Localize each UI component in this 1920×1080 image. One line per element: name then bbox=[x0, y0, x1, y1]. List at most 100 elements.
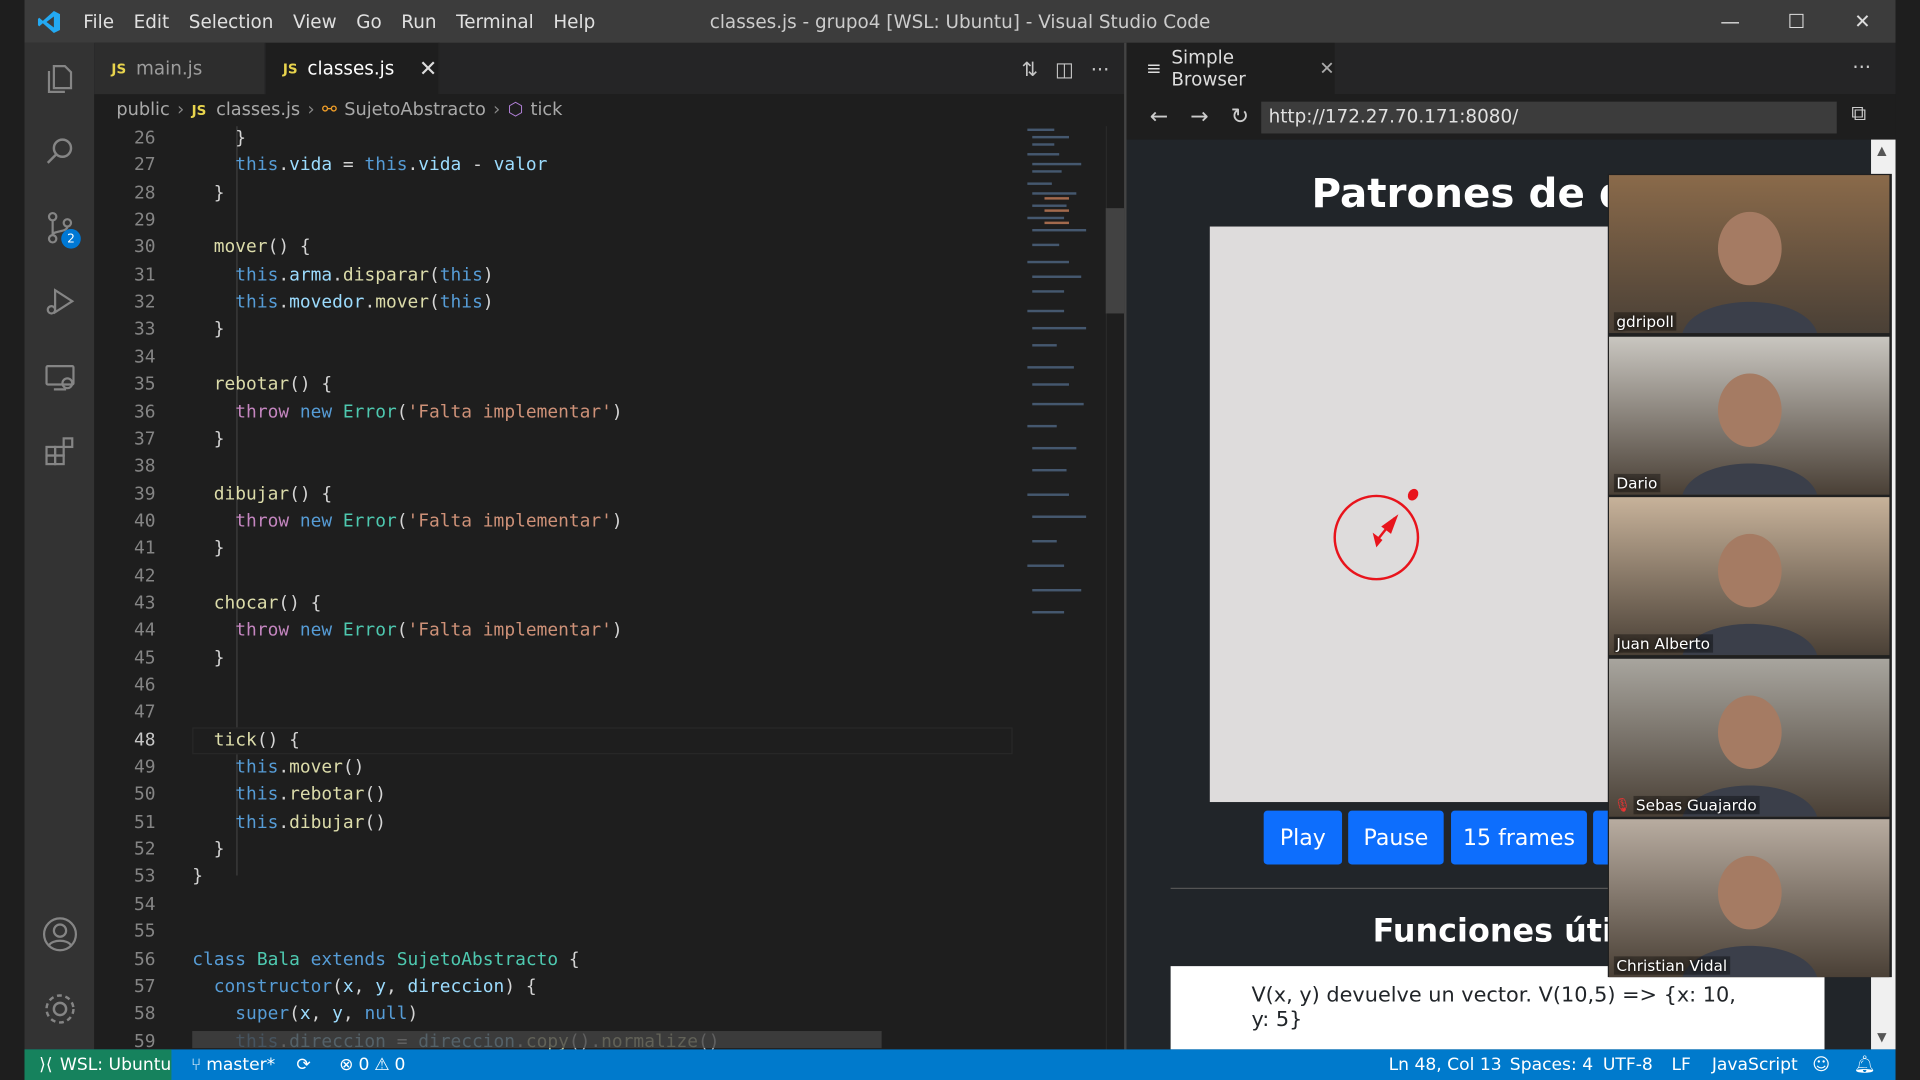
branch-label: master* bbox=[206, 1054, 276, 1075]
remote-indicator[interactable]: ⟩⟨ WSL: Ubuntu bbox=[24, 1049, 172, 1080]
compare-changes-icon[interactable]: ⇅ bbox=[1021, 58, 1037, 81]
line-number: 55 bbox=[133, 920, 156, 942]
problems-indicator[interactable]: ⊗ 0 ⚠ 0 bbox=[339, 1049, 405, 1080]
feedback-icon[interactable]: ☺ bbox=[1812, 1049, 1830, 1080]
line-text: this.dibujar() bbox=[235, 811, 386, 833]
participant-video[interactable]: Dario bbox=[1608, 336, 1890, 495]
indentation[interactable]: Spaces: 4 bbox=[1510, 1049, 1593, 1080]
code-line: 33 } bbox=[94, 316, 1020, 343]
tab-simple-browser[interactable]: ≡ Simple Browser ✕ bbox=[1126, 42, 1335, 95]
code-line: 39 dibujar() { bbox=[94, 481, 1020, 508]
sync-icon[interactable]: ⟳ bbox=[296, 1049, 310, 1080]
close-tab-icon[interactable]: ✕ bbox=[1319, 58, 1334, 80]
more-actions-icon[interactable]: ··· bbox=[1091, 58, 1110, 81]
line-number: 56 bbox=[133, 948, 156, 970]
code-line: 49 this.mover() bbox=[94, 754, 1020, 781]
breadcrumb-method[interactable]: tick bbox=[530, 100, 562, 120]
code-line: 48 tick() { bbox=[94, 726, 1020, 754]
code-line: 45 } bbox=[94, 645, 1020, 672]
line-number: 45 bbox=[133, 647, 156, 669]
remote-explorer-icon[interactable] bbox=[24, 347, 94, 408]
line-text: chocar() { bbox=[213, 592, 322, 614]
explorer-icon[interactable] bbox=[24, 48, 94, 109]
participant-name: Juan Alberto bbox=[1613, 634, 1713, 653]
url-input[interactable]: http://172.27.70.171:8080/ bbox=[1261, 101, 1837, 134]
back-arrow-icon[interactable]: ← bbox=[1139, 104, 1179, 130]
participant-video[interactable]: Juan Alberto bbox=[1608, 497, 1890, 656]
tab-main-js[interactable]: JS main.js bbox=[94, 42, 266, 95]
participant-video[interactable]: Christian Vidal bbox=[1608, 819, 1890, 978]
menu-go[interactable]: Go bbox=[346, 10, 391, 32]
muted-mic-icon: 🎙︎ bbox=[1613, 796, 1631, 813]
menu-file[interactable]: File bbox=[73, 10, 123, 32]
code-line: 29 bbox=[94, 207, 1020, 234]
menu-bar: File Edit Selection View Go Run Terminal Help bbox=[73, 10, 605, 32]
notifications-bell-icon[interactable]: 🔔︎ bbox=[1854, 1049, 1876, 1080]
menu-help[interactable]: Help bbox=[544, 10, 605, 32]
editor-actions: ⇅ ◫ ··· bbox=[1021, 58, 1109, 81]
code-line: 32 this.movedor.mover(this) bbox=[94, 289, 1020, 316]
code-editor[interactable]: 26 } 27 this.vida = this.vida - valor 28 }… bbox=[94, 126, 1021, 1050]
language-mode[interactable]: JavaScript bbox=[1712, 1049, 1798, 1080]
tab-classes-js[interactable]: JS classes.js ✕ bbox=[265, 42, 440, 95]
minimap[interactable] bbox=[1020, 126, 1106, 1050]
pause-button[interactable]: Pause bbox=[1348, 810, 1444, 865]
cursor-position[interactable]: Ln 48, Col 13 bbox=[1389, 1049, 1502, 1080]
branch-indicator[interactable]: ⑂ master* bbox=[191, 1049, 275, 1080]
line-number: 27 bbox=[133, 154, 156, 176]
more-actions-icon[interactable]: ··· bbox=[1852, 55, 1871, 78]
source-control-icon[interactable]: 2 bbox=[24, 197, 94, 258]
play-button[interactable]: Play bbox=[1263, 810, 1343, 865]
horizontal-scroll-thumb[interactable] bbox=[192, 1031, 882, 1049]
menu-terminal[interactable]: Terminal bbox=[446, 10, 543, 32]
line-text: } bbox=[192, 838, 225, 860]
line-ending[interactable]: LF bbox=[1671, 1049, 1690, 1080]
open-external-icon[interactable]: ⧉ bbox=[1851, 102, 1866, 126]
line-text: this.arma.disparar(this) bbox=[235, 264, 494, 286]
menu-selection[interactable]: Selection bbox=[179, 10, 283, 32]
game-canvas[interactable] bbox=[1209, 226, 1614, 803]
breadcrumb-folder[interactable]: public bbox=[116, 100, 169, 120]
warning-count: 0 bbox=[394, 1054, 406, 1075]
code-line: 52 } bbox=[94, 836, 1020, 863]
line-text: this.vida = this.vida - valor bbox=[235, 154, 548, 176]
encoding[interactable]: UTF-8 bbox=[1603, 1049, 1653, 1080]
code-line: 56 class Bala extends SujetoAbstracto { bbox=[94, 946, 1020, 973]
menu-run[interactable]: Run bbox=[392, 10, 447, 32]
left-edge bbox=[0, 0, 25, 1080]
menu-edit[interactable]: Edit bbox=[124, 10, 179, 32]
participant-video[interactable]: 🎙︎ Sebas Guajardo bbox=[1608, 658, 1890, 817]
breadcrumb-file[interactable]: classes.js bbox=[216, 100, 300, 120]
remote-icon: ⟩⟨ bbox=[39, 1054, 53, 1075]
menu-view[interactable]: View bbox=[283, 10, 346, 32]
line-text: dibujar() { bbox=[213, 483, 333, 504]
breadcrumb-class[interactable]: SujetoAbstracto bbox=[344, 100, 486, 120]
minimize-icon[interactable]: — bbox=[1697, 0, 1763, 43]
split-editor-icon[interactable]: ◫ bbox=[1055, 58, 1074, 81]
extensions-icon[interactable] bbox=[24, 420, 94, 481]
scroll-up-icon[interactable]: ▲ bbox=[1877, 144, 1886, 157]
line-number: 52 bbox=[133, 838, 156, 860]
run-debug-icon[interactable] bbox=[24, 271, 94, 332]
forward-arrow-icon[interactable]: → bbox=[1179, 104, 1219, 130]
reload-icon[interactable]: ↻ bbox=[1220, 104, 1260, 130]
scroll-down-icon[interactable]: ▼ bbox=[1877, 1031, 1886, 1044]
fifteen-frames-button[interactable]: 15 frames bbox=[1451, 810, 1587, 865]
js-file-icon: JS bbox=[191, 102, 207, 119]
line-number: 35 bbox=[133, 373, 156, 395]
close-tab-icon[interactable]: ✕ bbox=[419, 56, 437, 82]
participant-video[interactable]: gdripoll bbox=[1608, 175, 1890, 334]
line-number: 57 bbox=[133, 975, 156, 997]
account-icon[interactable] bbox=[24, 904, 94, 965]
browser-tab-bar: ≡ Simple Browser ✕ ··· bbox=[1126, 42, 1896, 95]
maximize-icon[interactable]: ☐ bbox=[1763, 0, 1829, 43]
close-window-icon[interactable]: ✕ bbox=[1829, 0, 1895, 43]
editor-scroll-thumb[interactable] bbox=[1105, 208, 1125, 314]
settings-gear-icon[interactable] bbox=[24, 978, 94, 1039]
tab-label: main.js bbox=[135, 57, 203, 80]
title-bar: classes.js - grupo4 [WSL: Ubuntu] - Visu… bbox=[24, 0, 1896, 43]
line-number: 54 bbox=[133, 893, 156, 915]
line-text: } bbox=[192, 428, 225, 450]
code-line: 43 chocar() { bbox=[94, 590, 1020, 617]
search-icon[interactable] bbox=[24, 121, 94, 182]
